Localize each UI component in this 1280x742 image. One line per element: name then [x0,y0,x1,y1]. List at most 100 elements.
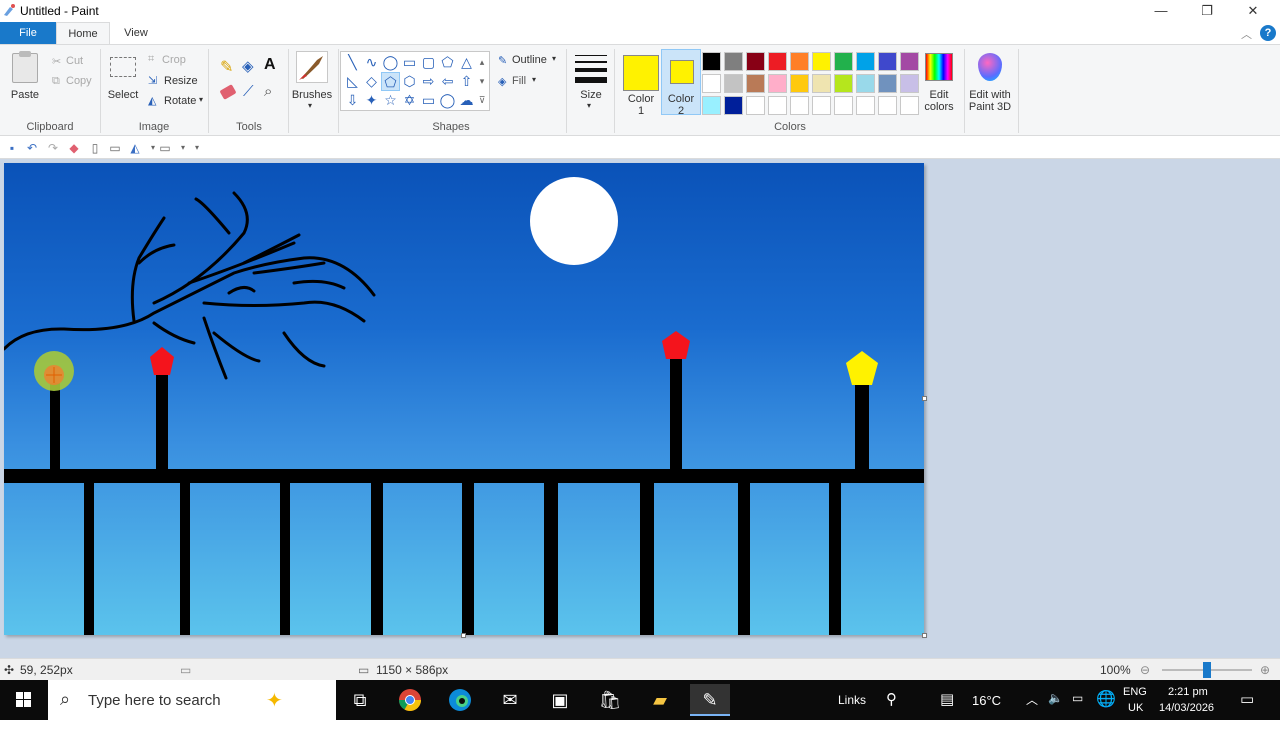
color-picker-icon[interactable]: ⟋ [243,83,254,100]
fill-dropdown-icon[interactable]: ▾ [532,75,536,84]
speaker-icon[interactable]: 🔈 [1048,691,1063,731]
oval-shape-icon[interactable]: ◯ [381,53,400,72]
polygon-shape-icon[interactable]: ⬠ [438,53,457,72]
size-dropdown-icon[interactable]: ▾ [587,101,591,110]
triangle-shape-icon[interactable]: △ [457,53,476,72]
links-toolbar[interactable]: Links [838,693,866,733]
palette-swatch[interactable] [724,74,743,93]
maximize-button[interactable]: ❐ [1184,0,1230,22]
callout-rect-shape-icon[interactable]: ▭ [419,91,438,110]
palette-swatch[interactable] [834,96,853,115]
palette-swatch[interactable] [790,96,809,115]
palette-swatch[interactable] [856,96,875,115]
palette-swatch[interactable] [702,96,721,115]
text-tool-icon[interactable]: A [264,56,276,74]
palette-swatch[interactable] [724,52,743,71]
notifications-icon[interactable]: ▭ [1240,690,1254,730]
undo-icon[interactable]: ↶ [25,141,39,155]
store-icon[interactable]: 🛍 [590,684,630,716]
save-icon[interactable]: ▪ [5,141,19,155]
right-arrow-shape-icon[interactable]: ⇨ [419,72,438,91]
show-hidden-icons[interactable]: ︿ [1026,691,1038,731]
size-icon[interactable] [575,53,607,85]
size-button[interactable]: Size [572,89,610,101]
mail-icon[interactable]: ✉ [490,684,530,716]
palette-swatch[interactable] [878,52,897,71]
color1-selector[interactable]: Color 1 [621,49,661,117]
magnifier-icon[interactable]: ⌕ [264,83,272,100]
edit-colors-label-2[interactable]: colors [918,101,960,113]
customize-qat-icon[interactable]: ▾ [190,141,204,155]
language-region[interactable]: UK [1128,702,1143,742]
brushes-icon[interactable] [296,51,328,83]
start-button[interactable] [0,680,48,720]
palette-swatch[interactable] [878,96,897,115]
task-view-icon[interactable]: ⧉ [340,684,380,716]
palette-swatch[interactable] [812,96,831,115]
paint-3d-icon[interactable] [978,53,1002,81]
five-star-shape-icon[interactable]: ☆ [381,91,400,110]
pencil-icon[interactable]: ✎ [220,57,233,77]
right-triangle-shape-icon[interactable]: ◺ [343,72,362,91]
file-explorer-icon[interactable]: ▰ [640,684,680,716]
palette-swatch[interactable] [768,52,787,71]
people-icon[interactable]: ⚲ [886,690,897,730]
eraser-quick-icon[interactable]: ◆ [67,141,81,155]
brushes-button[interactable]: Brushes [290,89,334,101]
shapes-scroll-down-icon[interactable]: ▾ [475,72,489,91]
selection-dropdown-icon[interactable]: ▾ [176,141,190,155]
drawing-canvas[interactable] [4,163,924,635]
palette-swatch[interactable] [834,74,853,93]
palette-swatch[interactable] [878,74,897,93]
chrome-icon[interactable] [390,684,430,716]
zoom-out-icon[interactable]: ⊖ [1140,663,1150,677]
shapes-gallery[interactable]: ╲ ∿ ◯ ▭ ▢ ⬠ △ ◺ ◇ ⬠ ⬡ ⇨ ⇦ ⇧ ⇩ ✦ ☆ ✡ ▭ ◯ … [340,51,490,111]
photos-app-icon[interactable]: ▣ [540,684,580,716]
palette-swatch[interactable] [856,52,875,71]
zoom-in-icon[interactable]: ⊕ [1260,663,1270,677]
edit-paint3d-label-2[interactable]: Paint 3D [964,101,1016,113]
outline-button[interactable]: Outline [512,54,547,66]
edge-icon[interactable] [440,684,480,716]
crop-button[interactable]: Crop [162,54,186,66]
edit-paint3d-label[interactable]: Edit with [964,89,1016,101]
palette-swatch[interactable] [900,96,919,115]
edit-colors-icon[interactable] [925,53,953,81]
palette-swatch[interactable] [768,96,787,115]
rectangle-shape-icon[interactable]: ▭ [400,53,419,72]
battery-icon[interactable]: ▭ [1072,691,1083,731]
palette-swatch[interactable] [746,96,765,115]
select-button[interactable]: Select [104,89,142,101]
rotate-quick-icon[interactable]: ◭ [128,141,142,155]
fill-bucket-icon[interactable]: ◈ [242,57,254,75]
palette-swatch[interactable] [812,74,831,93]
color2-selector[interactable]: Color 2 [661,49,701,117]
rotate-dropdown-icon[interactable]: ▾ [199,95,203,104]
hexagon-shape-icon[interactable]: ⬡ [400,72,419,91]
tab-home[interactable]: Home [56,22,110,44]
resize-button[interactable]: Resize [164,75,198,87]
up-arrow-shape-icon[interactable]: ⇧ [457,72,476,91]
tab-view[interactable]: View [110,22,162,44]
six-star-shape-icon[interactable]: ✡ [400,91,419,110]
palette-swatch[interactable] [702,52,721,71]
collapse-ribbon-icon[interactable]: ︿ [1241,26,1252,42]
taskbar-search-box[interactable]: ⌕ Type here to search ✦ [48,680,336,720]
palette-swatch[interactable] [790,74,809,93]
edit-colors-label[interactable]: Edit [918,89,960,101]
fill-button[interactable]: Fill [512,75,526,87]
pentagon-shape-icon[interactable]: ⬠ [381,72,400,91]
paste-button[interactable]: Paste [8,89,42,101]
palette-swatch[interactable] [768,74,787,93]
redo-icon[interactable]: ↷ [46,141,60,155]
palette-swatch[interactable] [834,52,853,71]
help-icon[interactable]: ? [1260,25,1276,41]
palette-swatch[interactable] [856,74,875,93]
zoom-slider-thumb[interactable] [1203,662,1211,678]
new-file-icon[interactable]: ▯ [88,141,102,155]
canvas-resize-handle-corner[interactable] [922,633,927,638]
temperature[interactable]: 16°C [972,693,1001,733]
diamond-shape-icon[interactable]: ◇ [362,72,381,91]
left-arrow-shape-icon[interactable]: ⇦ [438,72,457,91]
line-shape-icon[interactable]: ╲ [343,53,362,72]
